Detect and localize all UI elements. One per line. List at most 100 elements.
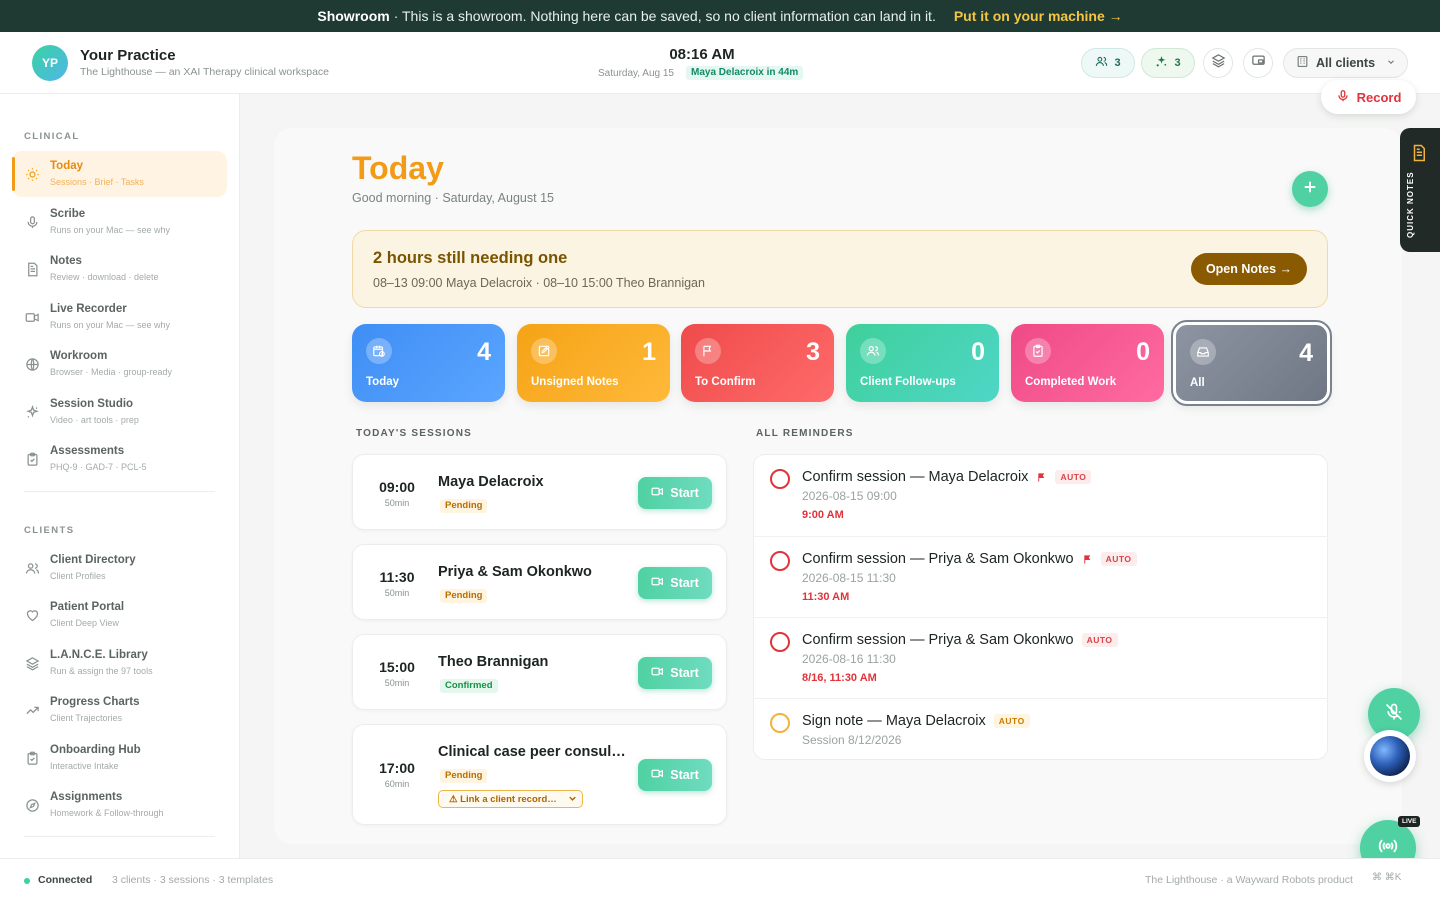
clock-date: Saturday, Aug 15 [598, 68, 674, 79]
reminder-title: Confirm session — Priya & Sam Okonkwo [802, 551, 1074, 567]
stat-label: Unsigned Notes [531, 376, 619, 388]
sidebar-item-subtitle: Client Deep View [50, 618, 119, 628]
reminder-date: 2026-08-15 11:30 [802, 571, 896, 585]
sidebar-item-live-recorder[interactable]: Live Recorder Runs on your Mac — see why [12, 294, 227, 340]
sidebar-item-session-studio[interactable]: Session Studio Video · art tools · prep [12, 389, 227, 435]
sidebar-item-subtitle: PHQ-9 · GAD-7 · PCL-5 [50, 462, 147, 472]
start-session-button[interactable]: Start [638, 477, 712, 509]
reminder-due: 11:30 AM [802, 591, 850, 603]
auto-tag: AUTO [1100, 552, 1137, 566]
practice-logo: YP [32, 45, 68, 81]
session-duration: 50min [384, 678, 410, 688]
session-client-name: Theo Brannigan [438, 654, 549, 670]
edit-icon [531, 338, 557, 364]
plus-icon [1301, 178, 1319, 201]
reminder-due: 9:00 AM [802, 509, 844, 521]
practice-subtitle: The Lighthouse — an XAI Therapy clinical… [80, 66, 330, 78]
install-link[interactable]: Put it on your machine → [954, 8, 1123, 24]
start-session-button[interactable]: Start [638, 657, 712, 689]
link-client-select[interactable]: ⚠ Link a client record… [438, 790, 583, 808]
cast-icon [1251, 53, 1266, 73]
stat-card-completed-work[interactable]: 0 Completed Work [1011, 324, 1164, 402]
stat-card-unsigned-notes[interactable]: 1 Unsigned Notes [517, 324, 670, 402]
start-session-button[interactable]: Start [638, 759, 712, 791]
sidebar-divider [24, 491, 215, 492]
sidebar-item-assignments[interactable]: Assignments Homework & Follow-through [12, 782, 227, 828]
stat-label: All [1190, 377, 1205, 389]
active-users-pill[interactable]: 3 [1081, 48, 1135, 78]
record-button[interactable]: Record [1321, 80, 1416, 114]
sidebar-item-onboarding-hub[interactable]: Onboarding Hub Interactive Intake [12, 735, 227, 781]
users-icon [860, 338, 886, 364]
sidebar-item-subtitle: Run & assign the 97 tools [50, 666, 153, 676]
stat-card-to-confirm[interactable]: 3 To Confirm [681, 324, 834, 402]
assistant-avatar-button[interactable] [1364, 730, 1416, 782]
app-header: YP Your Practice The Lighthouse — an XAI… [0, 32, 1440, 94]
start-session-button[interactable]: Start [638, 567, 712, 599]
video-icon [23, 308, 41, 326]
page-title: Today [352, 150, 444, 186]
reminder-title-row: Confirm session — Priya & Sam Okonkwo AU… [802, 632, 1118, 648]
video-icon [651, 767, 664, 783]
connection-status-dot [24, 878, 30, 884]
flag-icon [1036, 472, 1047, 483]
sidebar-item-client-directory[interactable]: Client Directory Client Profiles [12, 545, 227, 591]
next-session-pill[interactable]: Maya Delacroix in 44m [686, 66, 804, 80]
sidebar-item-patient-portal[interactable]: Patient Portal Client Deep View [12, 592, 227, 638]
open-notes-button[interactable]: Open Notes → [1191, 253, 1307, 285]
stat-value: 4 [477, 338, 491, 366]
users-icon [23, 559, 41, 577]
clipboard-check-icon [23, 749, 41, 767]
reminder-date: 2026-08-16 11:30 [802, 652, 896, 666]
sidebar-item-notes[interactable]: Notes Review · download · delete [12, 246, 227, 292]
sidebar-item-title: Session Studio [50, 398, 134, 410]
sidebar-item-today[interactable]: Today Sessions · Brief · Tasks [12, 151, 227, 197]
assistant-orb-icon [1370, 736, 1410, 776]
stat-card-all[interactable]: 4 All [1171, 320, 1332, 406]
add-button[interactable] [1292, 171, 1328, 207]
reminder-checkbox[interactable] [770, 469, 790, 489]
sidebar-item-scribe[interactable]: Scribe Runs on your Mac — see why [12, 199, 227, 245]
reminder-item[interactable]: Confirm session — Priya & Sam Okonkwo AU… [754, 536, 1329, 617]
sidebar-item-progress-charts[interactable]: Progress Charts Client Trajectories [12, 687, 227, 733]
reminder-title: Confirm session — Maya Delacroix [802, 469, 1029, 485]
reminder-item[interactable]: Confirm session — Maya Delacroix AUTO 20… [754, 455, 1329, 536]
reminder-checkbox[interactable] [770, 713, 790, 733]
alert-detail: 08–13 09:00 Maya Delacroix · 08–10 15:00… [373, 276, 705, 290]
reminder-item[interactable]: Sign note — Maya Delacroix AUTO Session … [754, 698, 1329, 761]
reminder-item[interactable]: Confirm session — Priya & Sam Okonkwo AU… [754, 617, 1329, 698]
sidebar-item-subtitle: Client Profiles [50, 571, 106, 581]
trend-icon [23, 701, 41, 719]
stat-card-client-follow-ups[interactable]: 0 Client Follow-ups [846, 324, 999, 402]
layers-button[interactable] [1203, 48, 1233, 78]
clock-time: 08:16 AM [669, 46, 735, 63]
sidebar-item-title: Scribe [50, 208, 86, 220]
status-badge: Pending [440, 499, 488, 513]
flag-icon [695, 338, 721, 364]
stat-value: 1 [642, 338, 656, 366]
sidebar-item-lance-library[interactable]: L.A.N.C.E. Library Run & assign the 97 t… [12, 640, 227, 686]
cast-button[interactable] [1243, 48, 1273, 78]
sidebar-item-workroom[interactable]: Workroom Browser · Media · group-ready [12, 341, 227, 387]
mic-off-icon [1384, 702, 1404, 727]
sidebar-item-assessments[interactable]: Assessments PHQ-9 · GAD-7 · PCL-5 [12, 436, 227, 482]
session-card[interactable]: 09:00 50min Maya Delacroix Pending Start [352, 454, 727, 530]
reminder-title-row: Sign note — Maya Delacroix AUTO [802, 713, 1030, 729]
reminder-title-row: Confirm session — Maya Delacroix AUTO [802, 469, 1092, 485]
reminder-checkbox[interactable] [770, 551, 790, 571]
link-client-label: ⚠ Link a client record… [449, 793, 557, 805]
reminder-checkbox[interactable] [770, 632, 790, 652]
session-card[interactable]: 17:00 60min Clinical case peer consult… … [352, 724, 727, 825]
stat-card-today[interactable]: 4 Today [352, 324, 505, 402]
stat-value: 0 [1136, 338, 1150, 366]
footer-product: The Lighthouse · a Wayward Robots produc… [1145, 874, 1353, 886]
command-shortcut[interactable]: ⌘ ⌘K [1372, 872, 1401, 883]
session-card[interactable]: 11:30 50min Priya & Sam Okonkwo Pending … [352, 544, 727, 620]
agents-pill[interactable]: 3 [1141, 48, 1195, 78]
client-filter-select[interactable]: All clients [1283, 48, 1408, 78]
status-badge: Pending [440, 589, 488, 603]
quick-notes-tab[interactable]: QUICK NOTES [1400, 128, 1440, 252]
session-card[interactable]: 15:00 50min Theo Brannigan Confirmed Sta… [352, 634, 727, 710]
video-icon [651, 575, 664, 591]
sidebar-item-title: Assessments [50, 445, 125, 457]
